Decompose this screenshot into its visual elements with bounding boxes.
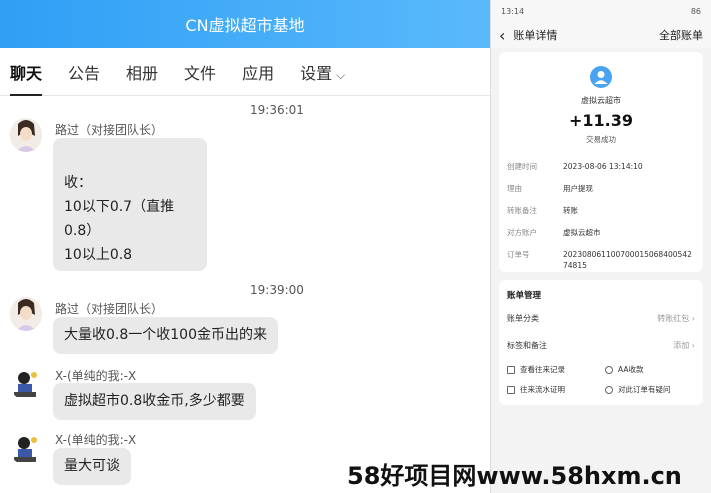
aa-collect-action[interactable]: AA收款 [605, 364, 643, 375]
manage-key: 标签和备注 [507, 341, 547, 350]
manage-value: 添加 › [673, 341, 695, 350]
message-line: 虚拟超市0.8收金币,多少都要 [64, 393, 245, 409]
message-bubble[interactable]: 收： 10以下0.7（直推0.8） 10以上0.8 [53, 138, 207, 271]
detail-key: 创建时间 [507, 162, 537, 171]
status-bar: 13:14 86 [491, 0, 711, 22]
avatar[interactable] [10, 431, 42, 465]
chat-window: CN虚拟超市基地 聊天 公告 相册 文件 应用 设置 ⌵ 19:36:01 路过（… [0, 0, 490, 493]
detail-row: 理由 用户提现 [507, 183, 695, 194]
message-bubble[interactable]: 量大可谈 [53, 448, 131, 485]
tab-apps[interactable]: 应用 [242, 48, 274, 96]
message-time: 19:36:01 [250, 103, 304, 117]
avatar[interactable] [10, 118, 42, 152]
section-title: 账单管理 [507, 291, 542, 301]
message-line: 收： [64, 175, 92, 191]
transaction-status: 交易成功 [586, 135, 616, 144]
bill-summary-card: 虚拟云超市 +11.39 交易成功 创建时间 2023-08-06 13:14:1… [499, 52, 703, 272]
manage-key: 账单分类 [507, 314, 539, 323]
detail-value: 转账 [563, 206, 578, 215]
action-label: 对此订单有疑问 [618, 385, 671, 394]
avatar[interactable] [10, 297, 42, 331]
site-watermark: 58好项目网www.58hxm.cn [347, 462, 682, 490]
tab-chat[interactable]: 聊天 [10, 48, 43, 96]
manage-row[interactable]: 账单分类 转账红包 › [507, 313, 695, 324]
detail-key: 理由 [507, 184, 522, 193]
detail-key: 对方账户 [507, 228, 537, 237]
sender-name: 路过（对接团队长） [55, 302, 164, 316]
detail-key: 转账备注 [507, 206, 537, 215]
statement-proof-action[interactable]: 往来流水证明 [507, 384, 565, 395]
message-bubble[interactable]: 虚拟超市0.8收金币,多少都要 [53, 383, 256, 420]
back-icon[interactable]: ‹ [499, 26, 505, 45]
merchant-avatar-icon [590, 66, 612, 88]
detail-value: 2023-08-06 13:14:10 [563, 162, 643, 171]
detail-value: 虚拟云超市 [563, 228, 601, 237]
page-title: 账单详情 [513, 29, 558, 42]
action-label: 查看往来记录 [520, 365, 565, 374]
tab-announcement[interactable]: 公告 [68, 48, 100, 96]
sender-name: X-(单纯的我:-X [55, 369, 137, 383]
amount: +11.39 [568, 111, 633, 130]
message-time: 19:39:00 [250, 283, 304, 297]
chat-title: CN虚拟超市基地 [185, 16, 305, 35]
all-bills-link[interactable]: 全部账单 [659, 27, 703, 43]
aa-icon [605, 365, 613, 374]
chat-title-bar: CN虚拟超市基地 [0, 0, 490, 48]
detail-row: 转账备注 转账 [507, 205, 695, 216]
sender-name: 路过（对接团队长） [55, 123, 164, 137]
detail-value: 20230806110070001506840054274815 [563, 250, 692, 270]
nav-bar: ‹ 账单详情 全部账单 [491, 22, 711, 48]
merchant-name: 虚拟云超市 [581, 96, 621, 105]
question-icon [605, 385, 613, 394]
order-question-action[interactable]: 对此订单有疑问 [605, 384, 671, 395]
status-time: 13:14 [501, 6, 525, 16]
detail-row: 订单号 20230806110070001506840054274815 [507, 249, 695, 271]
tab-settings[interactable]: 设置 ⌵ [300, 48, 345, 96]
view-records-action[interactable]: 查看往来记录 [507, 364, 565, 375]
tab-files[interactable]: 文件 [184, 48, 216, 96]
sender-name: X-(单纯的我:-X [55, 433, 137, 447]
manage-row[interactable]: 标签和备注 添加 › [507, 340, 695, 351]
message-bubble[interactable]: 大量收0.8一个收100金币出的来 [53, 317, 278, 354]
chevron-down-icon: ⌵ [336, 67, 346, 82]
detail-row: 对方账户 虚拟云超市 [507, 227, 695, 238]
message-line: 10以上0.8 [64, 247, 133, 263]
action-label: 往来流水证明 [520, 385, 565, 394]
proof-icon [507, 385, 515, 394]
detail-key: 订单号 [507, 250, 530, 259]
chat-tabs: 聊天 公告 相册 文件 应用 设置 ⌵ [0, 48, 490, 96]
action-label: AA收款 [618, 365, 644, 374]
tab-album[interactable]: 相册 [126, 48, 158, 96]
detail-row: 创建时间 2023-08-06 13:14:10 [507, 161, 695, 172]
message-line: 10以下0.7（直推0.8） [64, 199, 175, 239]
detail-value: 用户提现 [563, 184, 593, 193]
battery-indicator: 86 [690, 6, 701, 16]
message-line: 大量收0.8一个收100金币出的来 [64, 327, 267, 343]
tab-settings-label: 设置 [300, 63, 333, 83]
records-icon [507, 365, 515, 374]
message-line: 量大可谈 [64, 458, 120, 474]
manage-value: 转账红包 › [657, 314, 695, 323]
avatar[interactable] [10, 366, 42, 400]
bill-management-card: 账单管理 账单分类 转账红包 › 标签和备注 添加 › 查看往来记录 AA收款 往来… [499, 280, 703, 405]
phone-screen: 13:14 86 ‹ 账单详情 全部账单 虚拟云超市 +11.39 交易成功 创… [490, 0, 711, 493]
